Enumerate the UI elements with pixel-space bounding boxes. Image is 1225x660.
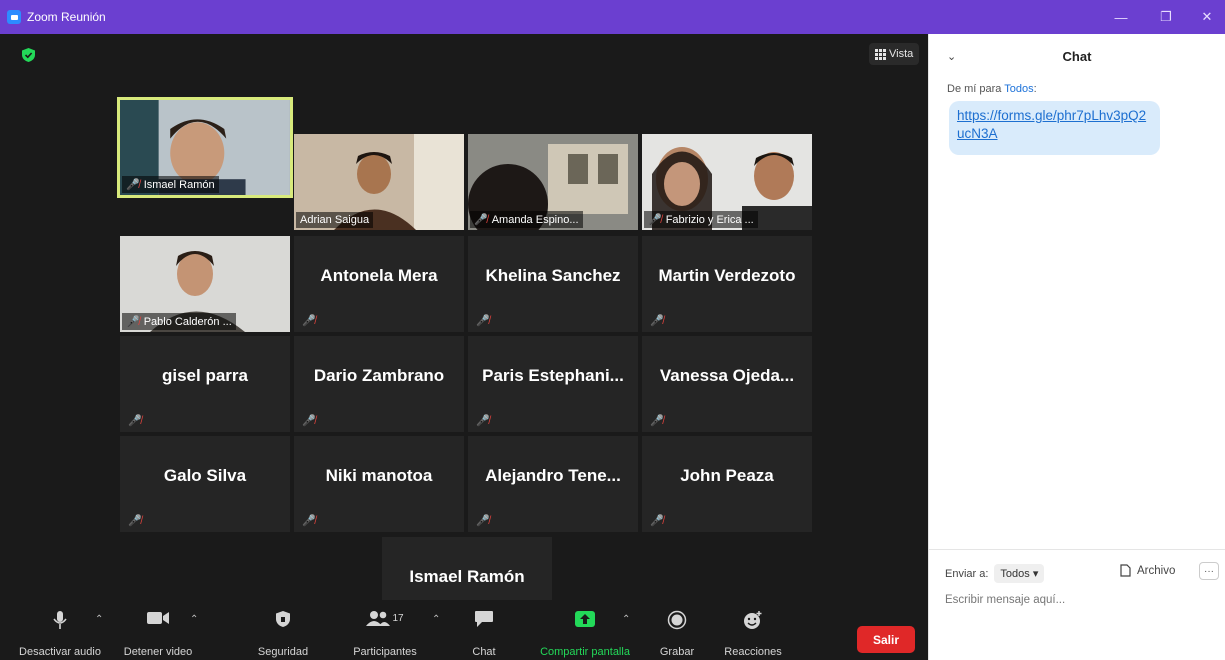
participant-name: Khelina Sanchez bbox=[485, 266, 621, 285]
recipient-dropdown[interactable]: Todos ▾ bbox=[994, 564, 1045, 583]
participant-name: Galo Silva bbox=[163, 466, 247, 485]
meeting-area: Vista 🎤̸ Ismael Ramón Adrian Saigua 🎤̸ Ama… bbox=[0, 34, 928, 660]
participant-name: Dario Zambrano bbox=[313, 366, 445, 385]
mic-muted-icon: 🎤̸ bbox=[650, 315, 664, 327]
chat-collapse-chevron-icon[interactable]: ⌄ bbox=[947, 50, 956, 63]
chat-message-link[interactable]: https://forms.gle/phr7pLhv3pQ2ucN3A bbox=[949, 101, 1160, 155]
video-tile[interactable]: Adrian Saigua bbox=[294, 134, 464, 230]
chat-message-input[interactable]: Escribir mensaje aquí... bbox=[945, 594, 1065, 606]
mic-muted-icon: 🎤̸ bbox=[474, 214, 488, 226]
share-screen-icon bbox=[575, 611, 595, 627]
video-tile[interactable]: 🎤̸ Amanda Espino... bbox=[468, 134, 638, 230]
name-tag: 🎤̸ Pablo Calderón ... bbox=[122, 313, 236, 330]
more-options-icon[interactable]: ··· bbox=[1199, 562, 1219, 580]
participant-name: Vanessa Ojeda... bbox=[659, 366, 795, 385]
participant-name: Ismael Ramón bbox=[409, 567, 525, 586]
send-to-row: Enviar a: Todos ▾ bbox=[945, 564, 1045, 583]
chat-title: Chat bbox=[1062, 48, 1092, 64]
participant-name: Antonela Mera bbox=[320, 266, 438, 285]
participant-name: Paris Estephani... bbox=[482, 366, 624, 385]
participant-tile[interactable]: John Peaza 🎤̸ bbox=[642, 436, 812, 532]
mic-muted-icon: 🎤̸ bbox=[128, 515, 142, 527]
participant-tile[interactable]: Vanessa Ojeda... 🎤̸ bbox=[642, 336, 812, 432]
participant-tile[interactable]: Paris Estephani... 🎤̸ bbox=[468, 336, 638, 432]
file-button[interactable]: Archivo bbox=[1120, 564, 1175, 577]
participant-tile[interactable]: Dario Zambrano 🎤̸ bbox=[294, 336, 464, 432]
mic-muted-icon: 🎤̸ bbox=[302, 315, 316, 327]
participant-tile[interactable]: Niki manotoa 🎤̸ bbox=[294, 436, 464, 532]
window-titlebar: Zoom Reunión — ❐ ✕ bbox=[0, 0, 1225, 34]
audio-options-chevron-icon[interactable]: ⌃ bbox=[95, 614, 103, 625]
participant-name: John Peaza bbox=[680, 466, 774, 485]
participant-tile[interactable]: Galo Silva 🎤̸ bbox=[120, 436, 290, 532]
record-icon bbox=[667, 610, 687, 630]
chat-button[interactable]: Chat bbox=[470, 610, 498, 658]
reactions-button[interactable]: Reacciones bbox=[724, 610, 782, 658]
grid-view-icon bbox=[875, 48, 886, 60]
message-recipient[interactable]: Todos bbox=[1004, 83, 1033, 95]
mic-muted-icon: 🎤̸ bbox=[302, 515, 316, 527]
participant-tile[interactable]: Antonela Mera 🎤̸ bbox=[294, 236, 464, 332]
video-tile[interactable]: 🎤̸ Ismael Ramón bbox=[117, 97, 293, 198]
share-screen-button[interactable]: Compartir pantalla bbox=[540, 610, 630, 658]
participant-name: Niki manotoa bbox=[325, 466, 433, 485]
mic-muted-icon: 🎤̸ bbox=[128, 415, 142, 427]
chat-compose: Enviar a: Todos ▾ Archivo ··· Escribir m… bbox=[929, 549, 1225, 660]
mic-muted-icon: 🎤̸ bbox=[476, 415, 490, 427]
participants-options-chevron-icon[interactable]: ⌃ bbox=[432, 614, 440, 625]
name-tag: 🎤̸ Fabrizio y Erica ... bbox=[644, 211, 758, 228]
mic-muted-icon: 🎤̸ bbox=[648, 214, 662, 226]
video-tile[interactable]: 🎤̸ Pablo Calderón ... bbox=[120, 236, 290, 332]
participant-name: Alejandro Tene... bbox=[485, 466, 621, 485]
chat-bubble-icon bbox=[475, 611, 493, 627]
zoom-app-icon bbox=[7, 10, 21, 24]
mic-muted-icon: 🎤̸ bbox=[126, 316, 140, 328]
view-button[interactable]: Vista bbox=[869, 43, 919, 65]
participant-tile[interactable]: gisel parra 🎤̸ bbox=[120, 336, 290, 432]
participant-name: gisel parra bbox=[162, 366, 248, 385]
security-button[interactable]: Seguridad bbox=[258, 610, 308, 658]
mic-muted-icon: 🎤̸ bbox=[476, 315, 490, 327]
record-button[interactable]: Grabar bbox=[660, 610, 694, 658]
mic-muted-icon: 🎤̸ bbox=[476, 515, 490, 527]
video-options-chevron-icon[interactable]: ⌃ bbox=[190, 614, 198, 625]
view-button-label: Vista bbox=[889, 48, 914, 60]
mic-muted-icon: 🎤̸ bbox=[650, 415, 664, 427]
smiley-reaction-icon bbox=[744, 611, 762, 629]
minimize-icon[interactable]: — bbox=[1101, 0, 1141, 34]
mic-muted-icon: 🎤̸ bbox=[302, 415, 316, 427]
chat-panel: ⌄ Chat De mí para Todos: https://forms.g… bbox=[928, 34, 1225, 660]
participants-count: 17 bbox=[392, 612, 404, 624]
stop-video-button[interactable]: Detener video bbox=[120, 610, 196, 658]
leave-meeting-button[interactable]: Salir bbox=[857, 626, 915, 653]
participant-tile[interactable]: Khelina Sanchez 🎤̸ bbox=[468, 236, 638, 332]
close-icon[interactable]: ✕ bbox=[1187, 0, 1225, 34]
meeting-toolbar: Desactivar audio ⌃ Detener video ⌃ Segur… bbox=[0, 600, 928, 660]
participant-tile[interactable]: Martin Verdezoto 🎤̸ bbox=[642, 236, 812, 332]
file-icon bbox=[1120, 564, 1131, 577]
share-options-chevron-icon[interactable]: ⌃ bbox=[622, 614, 630, 625]
participant-name: Martin Verdezoto bbox=[658, 266, 796, 285]
mic-muted-icon: 🎤̸ bbox=[126, 179, 140, 191]
participants-icon bbox=[366, 611, 391, 626]
encryption-shield-icon bbox=[22, 48, 35, 62]
mute-audio-button[interactable]: Desactivar audio bbox=[17, 610, 103, 658]
video-camera-icon bbox=[147, 612, 169, 624]
name-tag: Adrian Saigua bbox=[296, 212, 374, 228]
security-shield-icon bbox=[276, 611, 290, 627]
microphone-icon bbox=[53, 611, 67, 629]
video-tile[interactable]: 🎤̸ Fabrizio y Erica ... bbox=[642, 134, 812, 230]
mic-muted-icon: 🎤̸ bbox=[650, 515, 664, 527]
message-meta: De mí para Todos: bbox=[947, 83, 1037, 95]
participants-button[interactable]: 17 Participantes bbox=[350, 610, 420, 658]
name-tag: 🎤̸ Amanda Espino... bbox=[470, 211, 583, 228]
name-tag: 🎤̸ Ismael Ramón bbox=[122, 176, 219, 193]
chevron-down-icon: ▾ bbox=[1032, 568, 1039, 580]
restore-icon[interactable]: ❐ bbox=[1146, 0, 1186, 34]
window-title: Zoom Reunión bbox=[27, 10, 106, 24]
participant-tile[interactable]: Alejandro Tene... 🎤̸ bbox=[468, 436, 638, 532]
